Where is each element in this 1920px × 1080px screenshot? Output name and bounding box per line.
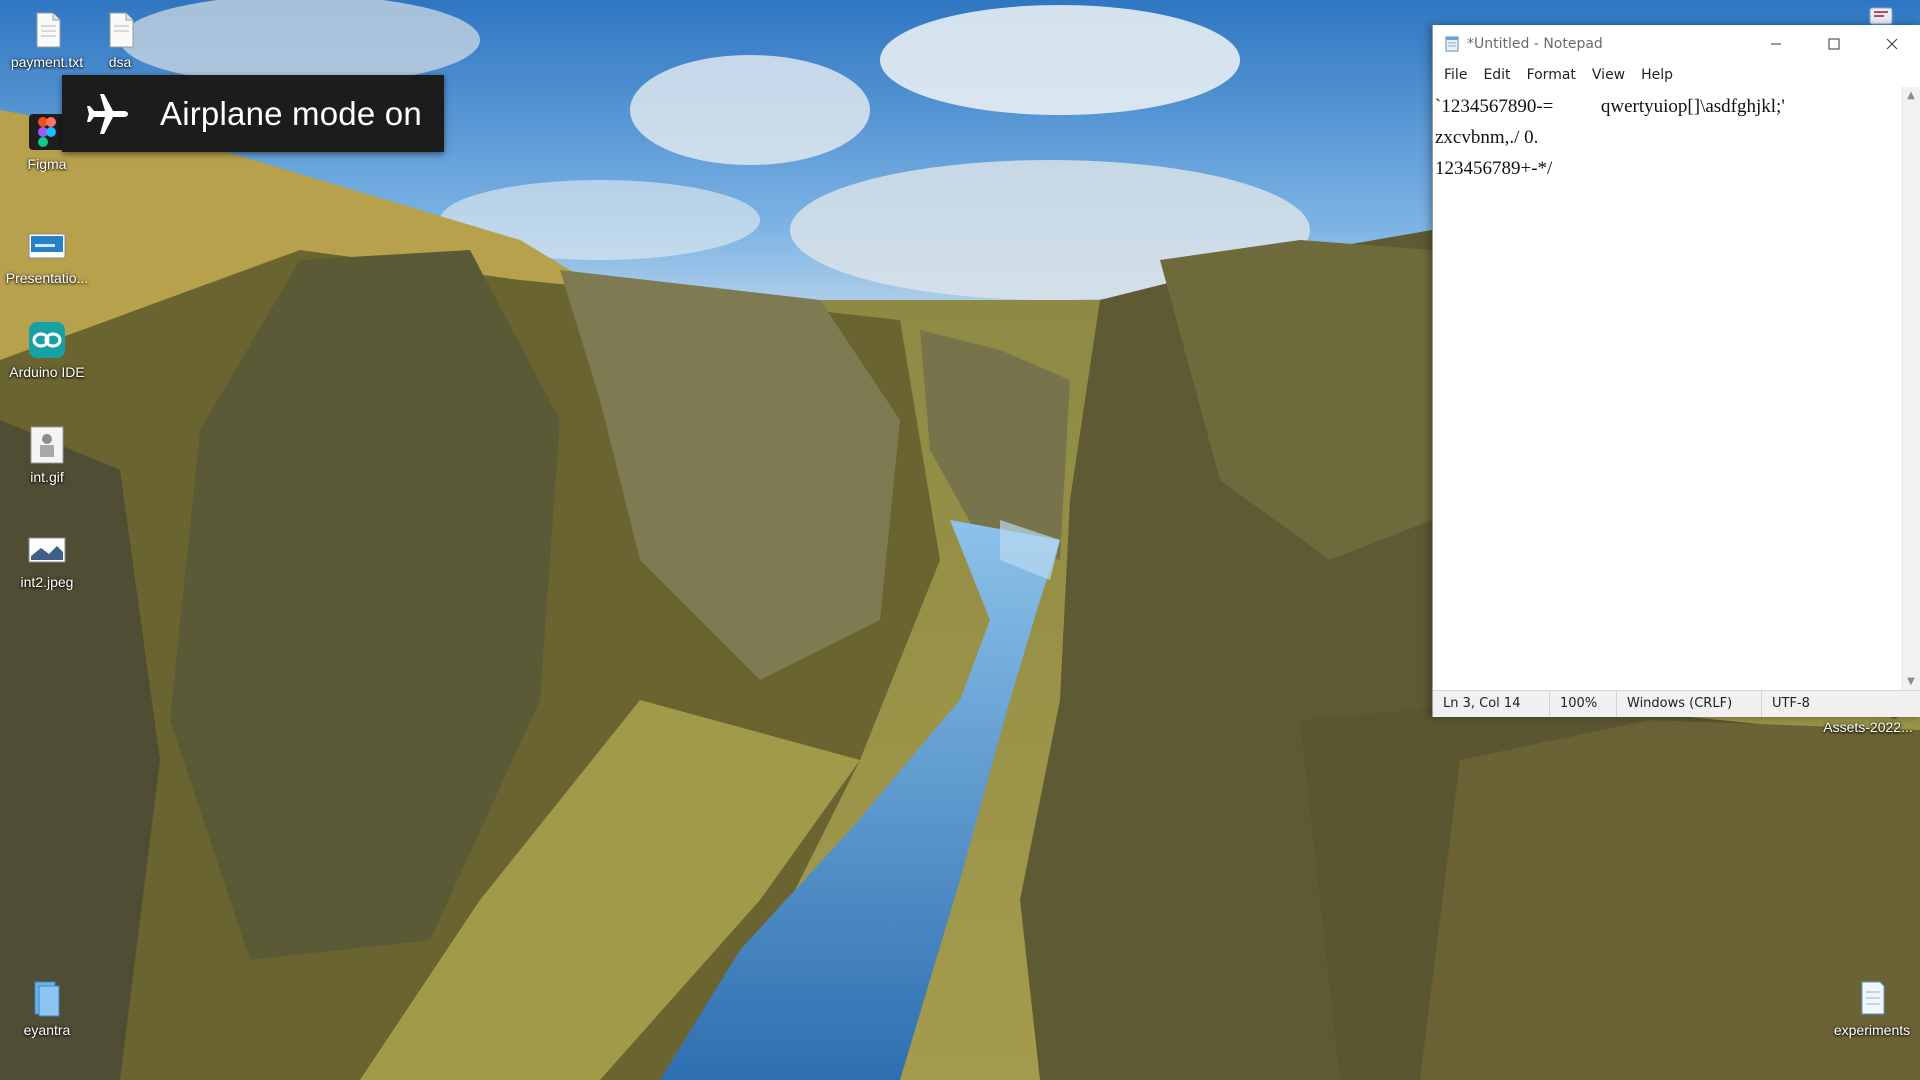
notepad-window[interactable]: *Untitled - Notepad File Edit Format Vie… (1432, 25, 1920, 717)
maximize-icon (1828, 38, 1840, 50)
vertical-scrollbar[interactable]: ▲ ▼ (1901, 87, 1920, 691)
desktop-icon-label: eyantra (23, 1022, 71, 1038)
menu-edit[interactable]: Edit (1476, 67, 1519, 83)
window-titlebar[interactable]: *Untitled - Notepad (1433, 25, 1920, 63)
menu-file[interactable]: File (1437, 67, 1476, 83)
image-file-icon (28, 537, 66, 563)
toast-text: Airplane mode on (160, 94, 422, 132)
arduino-icon (29, 322, 65, 358)
close-button[interactable] (1863, 25, 1920, 63)
figma-icon (29, 114, 65, 150)
line-ending: Windows (CRLF) (1617, 691, 1762, 717)
desktop-icon-payment[interactable]: payment.txt (0, 10, 95, 70)
desktop: payment.txt dsa Figma Presentatio... Ard… (0, 0, 1920, 1080)
presentation-file-icon (28, 233, 66, 259)
maximize-button[interactable] (1805, 25, 1863, 63)
scroll-up-icon[interactable]: ▲ (1901, 87, 1920, 105)
airplane-mode-toast: Airplane mode on (62, 75, 444, 152)
zoom-level: 100% (1550, 691, 1617, 717)
airplane-icon (87, 93, 128, 134)
close-icon (1886, 38, 1898, 50)
gif-file-icon (30, 426, 64, 464)
desktop-icon-dsa[interactable]: dsa (84, 10, 156, 70)
notepad-app-icon (1445, 36, 1459, 52)
text-editor[interactable]: `1234567890-= qwertyuiop[]\asdfghjkl;' z… (1433, 87, 1901, 691)
desktop-icon-label: experiments (1833, 1022, 1911, 1038)
folder-icon (1861, 981, 1885, 1015)
menu-format[interactable]: Format (1520, 67, 1585, 83)
cursor-position: Ln 3, Col 14 (1433, 691, 1550, 717)
desktop-icon-label: payment.txt (10, 54, 84, 70)
desktop-icon-label: dsa (108, 54, 132, 70)
desktop-icon-label: Presentatio... (5, 270, 89, 286)
desktop-icon-int2-jpeg[interactable]: int2.jpeg (0, 530, 95, 590)
status-bar: Ln 3, Col 14 100% Windows (CRLF) UTF-8 (1433, 690, 1920, 717)
desktop-icon-experiments[interactable]: experiments (1824, 978, 1920, 1038)
desktop-icon-int-gif[interactable]: int.gif (0, 425, 95, 485)
folder-icon (34, 981, 60, 1017)
menu-help[interactable]: Help (1634, 67, 1682, 83)
desktop-icon-eyantra[interactable]: eyantra (0, 978, 95, 1038)
desktop-icon-arduino[interactable]: Arduino IDE (0, 320, 95, 380)
minimize-button[interactable] (1747, 25, 1805, 63)
encoding: UTF-8 (1772, 696, 1810, 711)
desktop-icon-presentation[interactable]: Presentatio... (0, 226, 95, 286)
desktop-icon-label: int.gif (30, 469, 64, 485)
scroll-down-icon[interactable]: ▼ (1901, 673, 1920, 691)
text-file-icon (109, 12, 134, 48)
minimize-icon (1771, 43, 1781, 45)
desktop-icon-label: Figma (27, 156, 67, 172)
desktop-icon-label: int2.jpeg (20, 574, 74, 590)
text-file-icon (36, 12, 61, 48)
window-title: *Untitled - Notepad (1467, 36, 1603, 52)
menu-view[interactable]: View (1585, 67, 1634, 83)
notification-badge-icon (1869, 7, 1893, 25)
menu-bar: File Edit Format View Help (1433, 63, 1920, 87)
desktop-icon-label: Arduino IDE (9, 364, 85, 380)
